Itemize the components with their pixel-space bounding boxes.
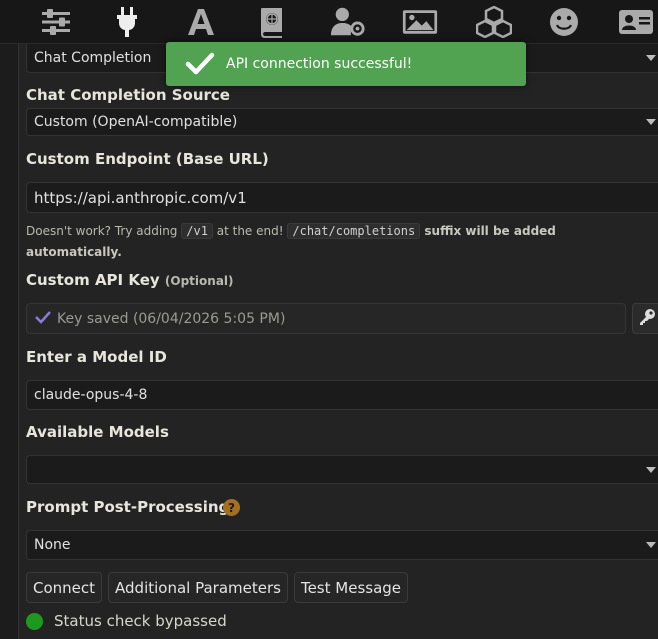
hint-text: at the end! bbox=[212, 224, 288, 238]
book-globe-icon[interactable] bbox=[254, 6, 290, 38]
custom-api-key-field[interactable]: Key saved (06/04/2026 5:05 PM) bbox=[26, 303, 626, 334]
custom-endpoint-value: https://api.anthropic.com/v1 bbox=[34, 188, 247, 207]
sliders-icon[interactable] bbox=[38, 6, 74, 38]
connect-button[interactable]: Connect bbox=[26, 572, 102, 603]
image-icon[interactable] bbox=[402, 6, 438, 38]
chat-completion-source-select[interactable]: Custom (OpenAI-compatible) bbox=[26, 108, 658, 136]
custom-endpoint-label: Custom Endpoint (Base URL) bbox=[26, 150, 269, 168]
api-key-manage-button[interactable] bbox=[632, 303, 658, 334]
endpoint-hint: Doesn't work? Try adding /v1 at the end!… bbox=[26, 221, 636, 263]
chevron-down-icon bbox=[646, 119, 656, 125]
status-indicator bbox=[26, 613, 43, 630]
optional-tag: (Optional) bbox=[164, 274, 234, 288]
smiley-icon[interactable] bbox=[546, 6, 582, 38]
chat-completion-source-label: Chat Completion Source bbox=[26, 86, 230, 104]
prompt-post-processing-label: Prompt Post-Processing bbox=[26, 498, 230, 516]
font-icon[interactable] bbox=[183, 6, 219, 38]
chevron-down-icon bbox=[646, 466, 656, 473]
chevron-down-icon bbox=[646, 55, 656, 61]
top-toolbar bbox=[0, 0, 658, 44]
hint-code-chat-completions: /chat/completions bbox=[287, 223, 421, 239]
custom-api-key-label: Custom API Key (Optional) bbox=[26, 271, 234, 289]
check-icon bbox=[35, 310, 51, 328]
prompt-post-processing-value: None bbox=[34, 537, 71, 553]
api-key-saved-text: Key saved (06/04/2026 5:05 PM) bbox=[57, 310, 286, 327]
additional-parameters-button[interactable]: Additional Parameters bbox=[108, 572, 288, 603]
model-id-label: Enter a Model ID bbox=[26, 348, 167, 366]
available-models-select[interactable] bbox=[26, 455, 658, 484]
custom-api-key-label-text: Custom API Key bbox=[26, 271, 160, 289]
user-gear-icon[interactable] bbox=[330, 6, 366, 38]
chat-completion-source-value: Custom (OpenAI-compatible) bbox=[34, 114, 238, 130]
test-message-button[interactable]: Test Message bbox=[294, 572, 408, 603]
available-models-label: Available Models bbox=[26, 423, 169, 441]
toast-message: API connection successful! bbox=[226, 56, 413, 72]
chevron-down-icon bbox=[646, 542, 656, 548]
left-gutter bbox=[0, 44, 18, 639]
plug-icon[interactable] bbox=[109, 6, 145, 38]
custom-endpoint-input[interactable]: https://api.anthropic.com/v1 bbox=[26, 182, 658, 213]
cubes-icon[interactable] bbox=[476, 6, 512, 38]
success-toast[interactable]: API connection successful! bbox=[166, 42, 526, 86]
model-id-value: claude-opus-4-8 bbox=[34, 387, 148, 403]
hint-code-v1: /v1 bbox=[181, 223, 213, 239]
api-type-value: Chat Completion bbox=[34, 50, 152, 66]
prompt-post-processing-select[interactable]: None bbox=[26, 530, 658, 560]
status-text: Status check bypassed bbox=[54, 612, 227, 630]
checkmark-icon bbox=[180, 52, 220, 76]
key-icon bbox=[638, 308, 656, 330]
id-card-icon[interactable] bbox=[618, 6, 654, 38]
hint-text: Doesn't work? Try adding bbox=[26, 224, 182, 238]
model-id-input[interactable]: claude-opus-4-8 bbox=[26, 380, 658, 410]
help-icon[interactable]: ? bbox=[223, 499, 240, 516]
